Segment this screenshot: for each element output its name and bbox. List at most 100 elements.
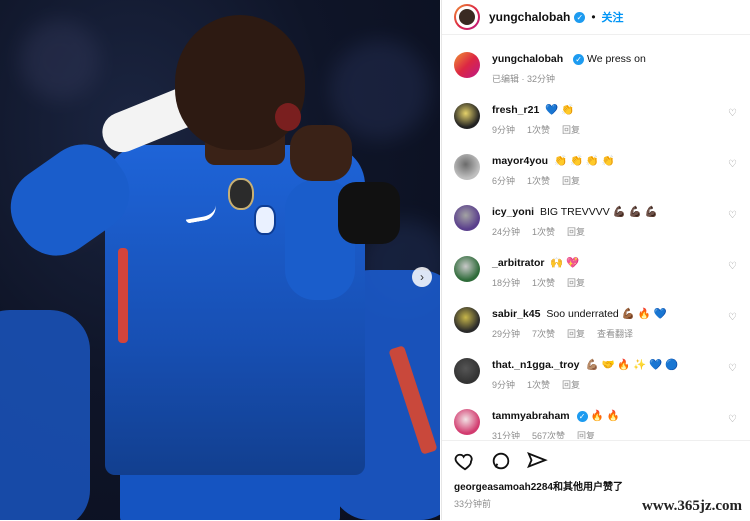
comment-text: _arbitrator 🙌 💖 [492, 256, 580, 270]
commenter-avatar[interactable] [454, 256, 480, 282]
follow-button[interactable]: 关注 [602, 9, 624, 25]
comment-likes[interactable]: 1次赞 [527, 174, 550, 187]
comment-row: icy_yoni BIG TREVVVV 💪🏿 💪🏿 💪🏿 24分钟 1次赞 回复 ♡ [442, 197, 750, 248]
comment-meta: 24分钟 1次赞 回复 [492, 225, 585, 238]
post-photo[interactable]: › [0, 0, 440, 520]
comment-meta: 9分钟 1次赞 回复 [492, 123, 580, 136]
commenter-username[interactable]: that._n1gga._troy [492, 359, 580, 371]
bokeh [20, 20, 100, 100]
comment-meta: 31分钟 567次赞 回复 [492, 429, 595, 439]
verified-icon: ✓ [573, 54, 585, 65]
author-username[interactable]: yungchalobah [492, 53, 563, 65]
comment-text: that._n1gga._troy 💪🏽 🤝 🔥 ✨ 💙 🔵 [492, 358, 678, 372]
verified-icon: ✓ [576, 411, 588, 422]
action-icons [442, 441, 750, 472]
comment-body: BIG TREVVVV 💪🏿 💪🏿 💪🏿 [537, 206, 658, 218]
comment-body: 💪🏽 🤝 🔥 ✨ 💙 🔵 [582, 359, 679, 371]
commenter-username[interactable]: tammyabraham [492, 410, 570, 422]
commenter-avatar[interactable] [454, 103, 480, 129]
commenter-avatar[interactable] [454, 409, 480, 435]
watermark: www.365jz.com [642, 498, 742, 514]
reply-button[interactable]: 回复 [562, 378, 580, 391]
bokeh [330, 40, 430, 140]
comment-meta: 29分钟 7次赞 回复 查看翻译 [492, 327, 633, 340]
comment-likes[interactable]: 1次赞 [527, 378, 550, 391]
comment-time: 29分钟 [492, 329, 521, 339]
author-avatar[interactable] [454, 4, 480, 30]
author-username[interactable]: yungchalobah [489, 10, 570, 24]
chest-patch [228, 178, 254, 210]
comment-like-heart-icon[interactable]: ♡ [728, 159, 737, 170]
comment-likes[interactable]: 567次赞 [532, 429, 565, 439]
separator-dot: • [591, 10, 596, 24]
comment-text: fresh_r21 💙 👏 [492, 103, 574, 117]
comment-row: mayor4you 👏 👏 👏 👏 6分钟 1次赞 回复 ♡ [442, 146, 750, 197]
comment-text: tammyabraham ✓ 🔥 🔥 [492, 409, 620, 423]
comment-body: 💙 👏 [542, 104, 575, 116]
comment-likes[interactable]: 1次赞 [532, 225, 555, 238]
comment-row: tammyabraham ✓ 🔥 🔥 31分钟 567次赞 回复 ♡ [442, 401, 750, 439]
comment-body: Soo underrated 💪🏾 🔥 💙 [543, 308, 667, 320]
comment-like-heart-icon[interactable]: ♡ [728, 261, 737, 272]
commenter-username[interactable]: mayor4you [492, 155, 548, 167]
author-avatar[interactable] [454, 52, 480, 78]
caption-meta-text: 已编辑 · 32分钟 [492, 74, 556, 84]
commenter-avatar[interactable] [454, 205, 480, 231]
comment-likes[interactable]: 1次赞 [527, 123, 550, 136]
comment-body: 👏 👏 👏 👏 [551, 155, 615, 167]
share-icon[interactable] [526, 450, 548, 472]
commenter-avatar[interactable] [454, 307, 480, 333]
comment-time: 9分钟 [492, 380, 516, 390]
comment-like-heart-icon[interactable]: ♡ [728, 108, 737, 119]
comment-text: sabir_k45 Soo underrated 💪🏾 🔥 💙 [492, 307, 667, 321]
likes-summary: georgeasamoah2284和其他用户赞了 [442, 472, 750, 493]
next-image-button[interactable]: › [412, 267, 432, 287]
commenter-username[interactable]: sabir_k45 [492, 308, 540, 320]
comment-icon[interactable] [490, 450, 512, 472]
commenter-username[interactable]: fresh_r21 [492, 104, 539, 116]
comment-body: 🙌 💖 [547, 257, 580, 269]
comment-meta: 6分钟 1次赞 回复 [492, 174, 580, 187]
reply-button[interactable]: 回复 [562, 174, 580, 187]
post-header: yungchalobah ✓ • 关注 [442, 0, 750, 35]
club-badge [254, 205, 276, 235]
liker-username[interactable]: georgeasamoah2284 [454, 482, 553, 493]
commenter-username[interactable]: icy_yoni [492, 206, 534, 218]
glove [338, 182, 400, 244]
instagram-post-window: › yungchalobah ✓ • 关注 yungchalobah ✓ We … [0, 0, 750, 520]
comment-text: icy_yoni BIG TREVVVV 💪🏿 💪🏿 💪🏿 [492, 205, 658, 219]
verified-icon: ✓ [574, 11, 586, 23]
commenter-avatar[interactable] [454, 154, 480, 180]
reply-button[interactable]: 回复 [562, 123, 580, 136]
reply-button[interactable]: 回复 [567, 327, 585, 340]
reply-button[interactable]: 回复 [567, 225, 585, 238]
comment-likes[interactable]: 7次赞 [532, 327, 555, 340]
reply-button[interactable]: 回复 [577, 429, 595, 439]
commenter-username[interactable]: _arbitrator [492, 257, 545, 269]
comment-meta: 18分钟 1次赞 回复 [492, 276, 585, 289]
player-mouth [275, 103, 301, 131]
comment-like-heart-icon[interactable]: ♡ [728, 210, 737, 221]
comment-time: 18分钟 [492, 278, 521, 288]
player-fist [290, 125, 352, 181]
comment-likes[interactable]: 1次赞 [532, 276, 555, 289]
chevron-right-icon: › [420, 270, 424, 284]
comment-time: 24分钟 [492, 227, 521, 237]
caption: We press on [587, 53, 646, 65]
comments-list: yungchalobah ✓ We press on 已编辑 · 32分钟 fr… [442, 44, 750, 439]
comment-time: 9分钟 [492, 125, 516, 135]
heart-icon[interactable] [454, 450, 476, 472]
comment-row: that._n1gga._troy 💪🏽 🤝 🔥 ✨ 💙 🔵 9分钟 1次赞 回复 ♡ [442, 350, 750, 401]
likes-rest: 和其他用户赞了 [552, 482, 623, 493]
commenter-avatar[interactable] [454, 358, 480, 384]
comment-body: 🔥 🔥 [587, 410, 620, 422]
comment-time: 31分钟 [492, 431, 521, 439]
comment-like-heart-icon[interactable]: ♡ [728, 414, 737, 425]
comment-like-heart-icon[interactable]: ♡ [728, 312, 737, 323]
translate-button[interactable]: 查看翻译 [597, 327, 633, 340]
comment-like-heart-icon[interactable]: ♡ [728, 363, 737, 374]
comment-time: 6分钟 [492, 176, 516, 186]
reply-button[interactable]: 回复 [567, 276, 585, 289]
comment-row: fresh_r21 💙 👏 9分钟 1次赞 回复 ♡ [442, 95, 750, 146]
caption-row: yungchalobah ✓ We press on 已编辑 · 32分钟 [442, 44, 750, 95]
